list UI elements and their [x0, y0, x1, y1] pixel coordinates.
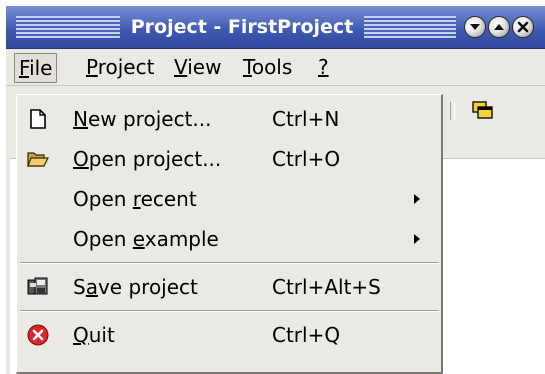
menu-item-open-recent[interactable]: Open recent: [17, 179, 442, 219]
title-bar-grip-right: [364, 16, 456, 38]
close-icon: [517, 21, 529, 33]
close-button[interactable]: [512, 16, 534, 38]
save-icon: [27, 277, 48, 295]
window-title: Project - FirstProject: [130, 16, 354, 38]
menu-view[interactable]: View: [170, 53, 225, 81]
window-controls: [464, 16, 534, 38]
new-document-icon: [30, 109, 46, 129]
menu-item-label: Open project...: [73, 147, 222, 171]
submenu-arrow-icon: [414, 234, 420, 244]
toolbar-separator: [450, 102, 455, 120]
menu-bar: File Project View Tools ?: [6, 49, 545, 86]
menu-separator: [20, 262, 439, 264]
shortcut-label: Ctrl+Q: [272, 323, 341, 347]
window-left-edge: [6, 86, 10, 374]
menu-item-label: Open recent: [73, 187, 197, 211]
minimize-button[interactable]: [464, 16, 486, 38]
menu-item-quit[interactable]: Quit Ctrl+Q: [17, 315, 442, 355]
menu-file[interactable]: File: [14, 53, 58, 83]
maximize-button[interactable]: [488, 16, 510, 38]
title-bar[interactable]: Project - FirstProject: [6, 6, 545, 49]
application-window: Project - FirstProject File Project View…: [6, 6, 545, 374]
menu-project[interactable]: Project: [82, 53, 158, 81]
menu-item-open-project[interactable]: Open project... Ctrl+O: [17, 139, 442, 179]
open-folder-icon: [27, 152, 49, 167]
submenu-arrow-icon: [414, 194, 420, 204]
menu-item-save-project[interactable]: Save project Ctrl+Alt+S: [17, 267, 442, 307]
menu-help[interactable]: ?: [314, 53, 333, 81]
menu-item-label: Open example: [73, 227, 219, 251]
quit-icon: [27, 324, 49, 346]
title-bar-grip-left: [16, 16, 120, 38]
shortcut-label: Ctrl+O: [272, 147, 341, 171]
shortcut-label: Ctrl+N: [272, 107, 340, 131]
windows-icon[interactable]: [472, 100, 494, 122]
file-menu-dropdown: New project... Ctrl+N Open project... Ct…: [16, 94, 443, 374]
menu-separator: [20, 310, 439, 312]
shortcut-label: Ctrl+Alt+S: [272, 275, 381, 299]
menu-item-new-project[interactable]: New project... Ctrl+N: [17, 99, 442, 139]
chevron-down-icon: [470, 24, 480, 30]
menu-item-label: Quit: [73, 323, 115, 347]
menu-item-label: New project...: [73, 107, 212, 131]
menu-item-label: Save project: [73, 275, 198, 299]
menu-tools[interactable]: Tools: [239, 53, 296, 81]
menu-item-open-example[interactable]: Open example: [17, 219, 442, 259]
chevron-up-icon: [494, 24, 504, 30]
